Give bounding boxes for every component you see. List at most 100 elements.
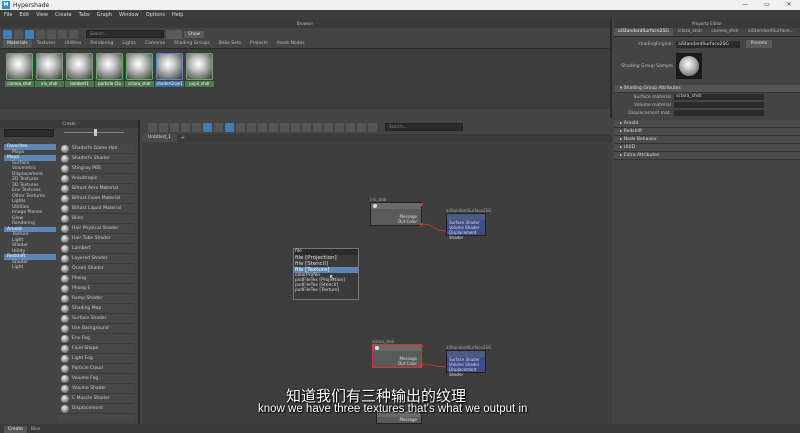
sort-name-icon[interactable] — [25, 29, 34, 39]
shader-item[interactable]: Phong — [58, 274, 134, 284]
section-arnold[interactable]: ▸ Arnold — [614, 120, 800, 128]
shader-item[interactable]: Blinn — [58, 214, 134, 224]
node-port[interactable]: Displacement Shader — [447, 230, 485, 240]
output-port-icon[interactable] — [420, 203, 423, 206]
menu-help[interactable]: Help — [172, 12, 183, 18]
slider-handle[interactable] — [94, 129, 97, 136]
minimize-button[interactable]: — — [734, 0, 756, 10]
section-redshift[interactable]: ▸ Redshift — [614, 128, 800, 136]
node-port[interactable]: Message — [377, 417, 421, 422]
shader-item[interactable]: Lambert — [58, 244, 134, 254]
shading-group-node[interactable]: Surface Shader Volume Shader Displacemen… — [446, 213, 486, 240]
tab-lights[interactable]: Lights — [118, 40, 140, 48]
tab-materials[interactable]: Materials — [3, 40, 32, 48]
shader-item[interactable]: Ocean Shader — [58, 264, 134, 274]
shader-item[interactable]: Phong E — [58, 284, 134, 294]
shader-item[interactable]: Shading Map — [58, 304, 134, 314]
shader-item[interactable]: Ramp Shader — [58, 294, 134, 304]
output-port-icon[interactable] — [420, 223, 423, 226]
shader-item[interactable]: C Muscle Shader — [58, 394, 134, 404]
shader-item[interactable]: Surface Shader — [58, 314, 134, 324]
material-swatch[interactable]: particle Clo — [95, 52, 124, 90]
node-port[interactable]: Out Color — [371, 219, 421, 224]
list-view-icon[interactable] — [14, 29, 23, 39]
tree-item[interactable]: Light — [4, 265, 56, 271]
menu-tabs[interactable]: Tabs — [79, 12, 90, 18]
tab-utilities[interactable]: Utilities — [60, 40, 85, 48]
shader-item[interactable]: Layered Shader — [58, 254, 134, 264]
shader-item[interactable]: Anisotropic — [58, 174, 134, 184]
show-dropdown[interactable] — [166, 29, 182, 39]
tab-node[interactable]: aiStandardSurface... — [744, 28, 798, 36]
shader-node-selected[interactable]: Message Out Color — [372, 344, 423, 368]
attribute-field[interactable] — [674, 102, 764, 108]
output-port-icon[interactable] — [420, 364, 423, 367]
attribute-field[interactable]: sclara_shdr — [674, 94, 764, 100]
tab-create[interactable]: Create — [4, 426, 27, 433]
tab-textures[interactable]: Textures — [33, 40, 60, 48]
section-shading-group-attributes[interactable]: ▾ Shading Group Attributes — [614, 85, 800, 93]
tab-cameras[interactable]: Cameras — [141, 40, 169, 48]
shader-item[interactable]: Volume Shader — [58, 384, 134, 394]
material-swatch[interactable]: iris_shdr — [35, 52, 64, 90]
menu-view[interactable]: View — [36, 12, 48, 18]
attribute-field[interactable] — [674, 110, 764, 116]
material-swatch[interactable]: lambert1 — [65, 52, 94, 90]
tab-projects[interactable]: Projects — [246, 40, 272, 48]
node-toggle-icon[interactable] — [375, 346, 379, 350]
tab-node[interactable]: iclara_shdr — [674, 28, 707, 36]
shader-item[interactable]: Stingray PBS — [58, 164, 134, 174]
swatch-size-icon[interactable] — [69, 29, 78, 39]
shader-item[interactable]: Bifrost Foam Material — [58, 194, 134, 204]
tab-node[interactable]: cornea_shdr — [707, 28, 743, 36]
shader-item[interactable]: Shaderfx Game Hair — [58, 144, 134, 154]
shader-node[interactable]: Message Out Color — [370, 202, 423, 226]
reverse-order-icon[interactable] — [58, 29, 67, 39]
tab-rendering[interactable]: Rendering — [86, 40, 117, 48]
material-swatch[interactable]: cornea_shdr — [5, 52, 34, 90]
browser-search-input[interactable]: Search... — [86, 30, 164, 38]
section-uuid[interactable]: ▸ UUID — [614, 144, 800, 152]
menu-file[interactable]: File — [4, 12, 12, 18]
material-swatch[interactable]: sclara_shdr — [125, 52, 154, 90]
tab-bake-sets[interactable]: Bake Sets — [215, 40, 245, 48]
shader-item[interactable]: Volume Fog — [58, 374, 134, 384]
tab-shading-groups[interactable]: Shading Groups — [170, 40, 214, 48]
sort-type-icon[interactable] — [36, 29, 45, 39]
menu-options[interactable]: Options — [146, 12, 165, 18]
shading-group-node[interactable]: Surface Shader Volume Shader Displacemen… — [446, 350, 486, 377]
menu-create[interactable]: Create — [55, 12, 72, 18]
node-toggle-icon[interactable] — [373, 204, 377, 208]
menu-window[interactable]: Window — [119, 12, 139, 18]
section-extra-attributes[interactable]: ▸ Extra Attributes — [614, 152, 800, 160]
shader-item[interactable]: Bifrost Liquid Material — [58, 204, 134, 214]
maximize-button[interactable]: ▭ — [756, 0, 778, 10]
shader-item[interactable]: Bifrost Aero Material — [58, 184, 134, 194]
shader-item[interactable]: Hair Physical Shader — [58, 224, 134, 234]
section-node-behavior[interactable]: ▸ Node Behavior — [614, 136, 800, 144]
tab-bins[interactable]: Bins — [27, 426, 45, 433]
show-button[interactable]: Show — [184, 30, 205, 38]
close-button[interactable]: ✕ — [778, 0, 800, 10]
material-swatch[interactable]: pupil_shdr — [185, 52, 214, 90]
shader-item[interactable]: Light Fog — [58, 354, 134, 364]
shader-item[interactable]: Hair Tube Shader — [58, 234, 134, 244]
menu-graph[interactable]: Graph — [97, 12, 112, 18]
grid-view-icon[interactable] — [3, 29, 12, 39]
shader-item[interactable]: Fluid Shape — [58, 344, 134, 354]
material-swatch[interactable]: shaderGlow1 — [155, 52, 184, 90]
tab-shading-group[interactable]: aiStandardSurface2SG — [614, 28, 673, 36]
shader-item[interactable]: Use Background — [58, 324, 134, 334]
node-port[interactable]: Displacement Shader — [447, 367, 485, 377]
shader-item[interactable]: Particle Cloud — [58, 364, 134, 374]
presets-button[interactable]: Presets — [746, 40, 772, 48]
sort-time-icon[interactable] — [47, 29, 56, 39]
shader-item[interactable]: Shaderfx Shader — [58, 154, 134, 164]
shading-engine-field[interactable]: aiStandardSurface2SG — [676, 40, 740, 48]
tab-asset-nodes[interactable]: Asset Nodes — [273, 40, 309, 48]
output-port-icon[interactable] — [420, 345, 423, 348]
shader-item[interactable]: Env Fog — [58, 334, 134, 344]
node-port[interactable]: Out Color — [373, 361, 421, 366]
popup-item[interactable]: psdFileTex [Texture] — [294, 288, 358, 293]
shader-item[interactable]: Displacement — [58, 404, 134, 414]
